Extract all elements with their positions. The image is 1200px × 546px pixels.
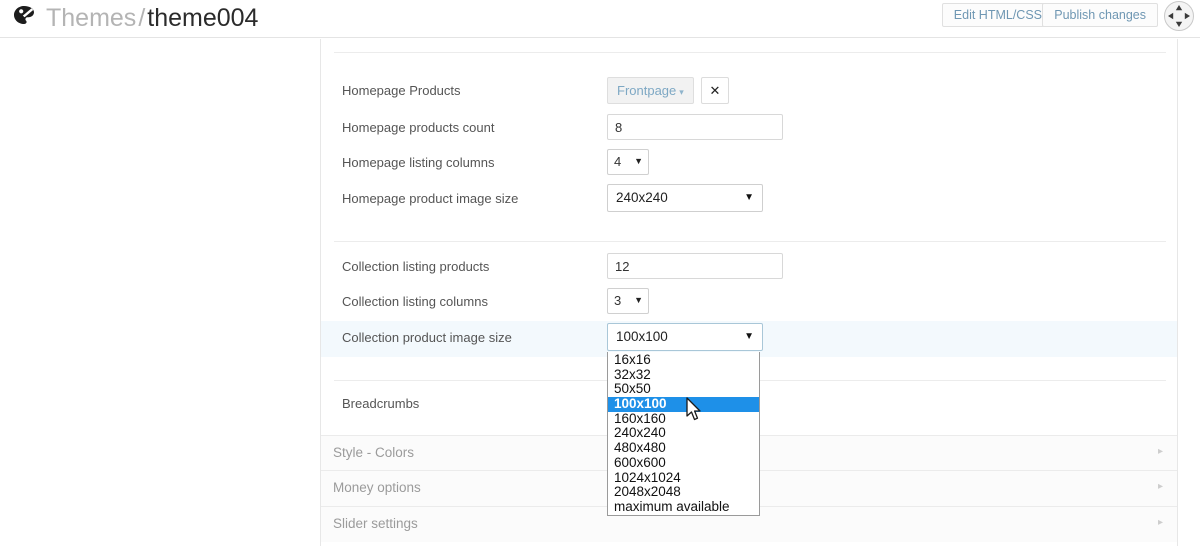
accordion-style-colors-label: Style - Colors [333, 445, 415, 460]
image-size-option[interactable]: 50x50 [608, 382, 759, 397]
label-homepage-listing-columns: Homepage listing columns [342, 155, 495, 170]
collection-product-image-size-select[interactable]: 100x100 ▼ [607, 323, 763, 351]
label-homepage-product-image-size: Homepage product image size [342, 191, 519, 206]
image-size-option[interactable]: 32x32 [608, 367, 759, 383]
breadcrumb-themes-link[interactable]: Themes [46, 4, 136, 32]
collection-listing-columns-select[interactable]: 3 ▼ [607, 288, 649, 314]
row-homepage-products: Homepage Products Frontpage ▾ ✕ [321, 74, 1177, 110]
homepage-product-image-size-select[interactable]: 240x240 ▼ [607, 184, 763, 212]
row-homepage-products-count: Homepage products count [321, 111, 1177, 147]
row-collection-listing-products: Collection listing products [321, 250, 1177, 286]
homepage-products-picker[interactable]: Frontpage ▾ [607, 77, 694, 104]
breadcrumb-current-theme: theme004 [147, 4, 259, 32]
label-breadcrumbs: Breadcrumbs [342, 396, 420, 411]
chevron-down-icon: ▼ [634, 156, 643, 166]
chevron-right-icon: ▸ [1157, 517, 1163, 528]
image-size-option[interactable]: 480x480 [608, 440, 759, 456]
accordion-slider-settings-label: Slider settings [333, 516, 418, 531]
homepage-products-clear-button[interactable]: ✕ [701, 77, 729, 104]
four-arrows-move-icon[interactable] [1164, 1, 1194, 31]
image-size-option[interactable]: 16x16 [608, 352, 759, 368]
palette-icon [12, 4, 36, 28]
label-homepage-products-count: Homepage products count [342, 120, 495, 135]
chevron-down-icon: ▾ [679, 87, 684, 97]
homepage-products-count-input[interactable] [607, 114, 783, 140]
label-collection-product-image-size: Collection product image size [342, 330, 512, 345]
image-size-option[interactable]: 100x100 [608, 396, 759, 412]
image-size-option[interactable]: 240x240 [608, 426, 759, 441]
collection-listing-columns-value: 3 [614, 293, 622, 308]
app-header: Themes/theme004 Edit HTML/CSS Publish ch… [0, 0, 1200, 38]
chevron-down-icon: ▼ [744, 192, 754, 203]
chevron-down-icon: ▼ [634, 295, 643, 305]
homepage-products-value: Frontpage [617, 83, 677, 98]
image-size-option[interactable]: 1024x1024 [608, 470, 759, 486]
accordion-money-options-label: Money options [333, 480, 421, 495]
chevron-right-icon: ▸ [1157, 481, 1163, 492]
label-collection-listing-products: Collection listing products [342, 259, 490, 274]
image-size-option[interactable]: 2048x2048 [608, 484, 759, 500]
homepage-listing-columns-value: 4 [614, 154, 622, 169]
chevron-down-icon: ▼ [744, 331, 754, 342]
homepage-product-image-size-value: 240x240 [616, 190, 668, 205]
image-size-option[interactable]: maximum available [608, 499, 759, 515]
label-collection-listing-columns: Collection listing columns [342, 294, 488, 309]
image-size-dropdown-list[interactable]: 16x16 32x32 50x50 100x100 160x160 240x240 480x… [607, 352, 760, 516]
breadcrumb: Themes/theme004 [46, 0, 258, 37]
collection-listing-products-input[interactable] [607, 253, 783, 279]
chevron-right-icon: ▸ [1157, 446, 1163, 457]
homepage-listing-columns-select[interactable]: 4 ▼ [607, 149, 649, 175]
section-divider-top [334, 52, 1166, 53]
collection-product-image-size-value: 100x100 [616, 329, 668, 344]
breadcrumb-separator: / [138, 4, 146, 32]
row-homepage-listing-columns: Homepage listing columns 4 ▼ [321, 146, 1177, 182]
publish-changes-button[interactable]: Publish changes [1042, 3, 1158, 27]
edit-html-css-button[interactable]: Edit HTML/CSS [941, 3, 1054, 27]
row-collection-listing-columns: Collection listing columns 3 ▼ [321, 285, 1177, 321]
image-size-option[interactable]: 160x160 [608, 411, 759, 427]
section-divider-middle [334, 241, 1166, 242]
image-size-option[interactable]: 600x600 [608, 455, 759, 471]
row-homepage-product-image-size: Homepage product image size 240x240 ▼ [321, 182, 1177, 218]
label-homepage-products: Homepage Products [342, 83, 461, 98]
